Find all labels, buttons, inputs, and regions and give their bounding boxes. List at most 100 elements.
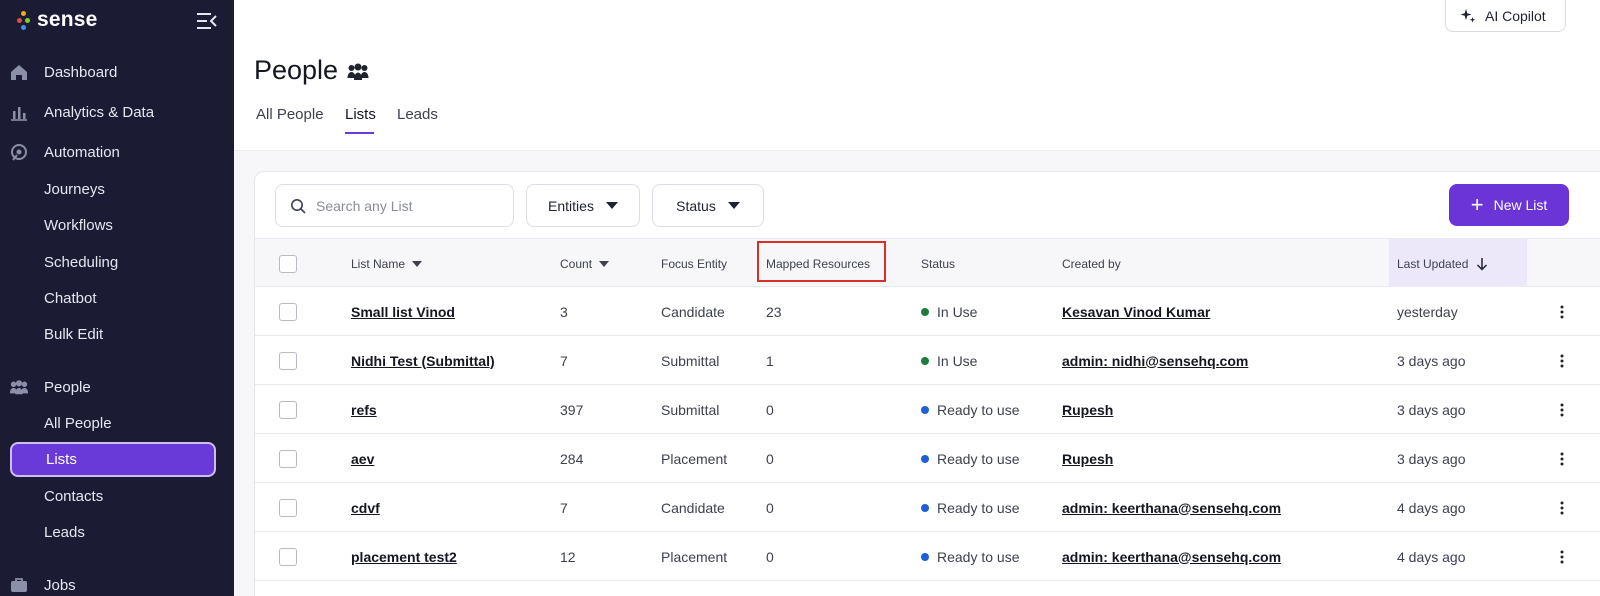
- table-header: List Name Count Focus Entity Mapped Reso…: [255, 238, 1600, 288]
- column-label: Count: [560, 256, 593, 271]
- status-text: In Use: [937, 303, 978, 320]
- sidebar-item-people[interactable]: People: [0, 371, 234, 403]
- list-name-link[interactable]: cdvf: [351, 483, 380, 532]
- list-name-link[interactable]: refs: [351, 385, 377, 434]
- row-more-icon[interactable]: [1552, 336, 1572, 385]
- count-cell: 7: [560, 352, 568, 369]
- mapped-resources-cell: 0: [766, 548, 774, 565]
- tab-leads[interactable]: Leads: [397, 106, 438, 123]
- status-text: Ready to use: [937, 450, 1020, 467]
- table-row[interactable]: Small list Vinod 3 Candidate 23 In Use K…: [255, 287, 1600, 336]
- status-dot: [921, 552, 929, 561]
- sidebar-item-lists[interactable]: Lists: [10, 442, 216, 477]
- created-by-link[interactable]: Kesavan Vinod Kumar: [1062, 287, 1210, 336]
- row-checkbox[interactable]: [279, 449, 297, 468]
- table-row[interactable]: cdvf 7 Candidate 0 Ready to use admin: k…: [255, 483, 1600, 532]
- status-cell: Ready to use: [921, 532, 1020, 581]
- sidebar-item-analytics[interactable]: Analytics & Data: [0, 96, 234, 128]
- sidebar-item-dashboard[interactable]: Dashboard: [0, 56, 234, 88]
- sidebar-item-contacts[interactable]: Contacts: [0, 480, 234, 512]
- last-updated-cell: 3 days ago: [1397, 401, 1466, 418]
- created-by-link[interactable]: admin: nidhi@sensehq.com: [1062, 336, 1248, 385]
- column-header-last-updated[interactable]: Last Updated: [1389, 239, 1527, 288]
- row-more-icon[interactable]: [1552, 434, 1572, 483]
- tab-lists[interactable]: Lists: [345, 106, 376, 123]
- sidebar-item-journeys[interactable]: Journeys: [0, 173, 234, 205]
- sidebar-item-label: Chatbot: [44, 289, 97, 307]
- created-by-link[interactable]: admin: keerthana@sensehq.com: [1062, 532, 1281, 581]
- search-box[interactable]: [275, 184, 514, 227]
- select-all-checkbox[interactable]: [279, 254, 297, 273]
- table-row[interactable]: refs 397 Submittal 0 Ready to use Rupesh…: [255, 385, 1600, 434]
- sidebar-item-chatbot[interactable]: Chatbot: [0, 282, 234, 314]
- search-icon: [291, 198, 306, 214]
- briefcase-icon: [9, 575, 29, 595]
- brand-logo[interactable]: sense: [17, 8, 98, 32]
- last-updated-cell: 3 days ago: [1397, 352, 1466, 369]
- entities-dropdown[interactable]: Entities: [526, 184, 640, 227]
- count-cell: 3: [560, 303, 568, 320]
- tab-all-people[interactable]: All People: [256, 106, 324, 123]
- row-more-icon[interactable]: [1552, 385, 1572, 434]
- search-input[interactable]: [316, 197, 496, 214]
- column-header-created-by: Created by: [1062, 239, 1121, 288]
- last-updated-cell: 3 days ago: [1397, 450, 1466, 467]
- sidebar-item-scheduling[interactable]: Scheduling: [0, 246, 234, 278]
- mapped-resources-cell: 1: [766, 352, 774, 369]
- sidebar-item-automation[interactable]: Automation: [0, 136, 234, 168]
- status-text: Ready to use: [937, 401, 1020, 418]
- sidebar-item-leads[interactable]: Leads: [0, 516, 234, 548]
- status-text: Ready to use: [937, 499, 1020, 516]
- list-name-link[interactable]: Small list Vinod: [351, 287, 455, 336]
- row-checkbox[interactable]: [279, 302, 297, 321]
- bar-chart-icon: [9, 102, 29, 122]
- focus-entity-cell: Submittal: [661, 352, 720, 369]
- row-checkbox[interactable]: [279, 351, 297, 370]
- collapse-sidebar-icon[interactable]: [196, 12, 218, 30]
- status-cell: Ready to use: [921, 385, 1020, 434]
- focus-entity-cell: Placement: [661, 450, 728, 467]
- table-row[interactable]: placement test2 12 Placement 0 Ready to …: [255, 532, 1600, 581]
- sidebar-item-all-people[interactable]: All People: [0, 407, 234, 439]
- row-checkbox[interactable]: [279, 547, 297, 566]
- count-cell: 397: [560, 401, 584, 418]
- list-name-link[interactable]: Nidhi Test (Submittal): [351, 336, 495, 385]
- entities-label: Entities: [548, 197, 594, 214]
- sidebar-item-label: Jobs: [44, 576, 76, 594]
- ai-copilot-button[interactable]: AI Copilot: [1445, 0, 1566, 32]
- status-dropdown[interactable]: Status: [652, 184, 764, 227]
- table-row[interactable]: Nidhi Test (Submittal) 7 Submittal 1 In …: [255, 336, 1600, 385]
- column-header-count[interactable]: Count: [560, 239, 610, 288]
- sidebar-item-workflows[interactable]: Workflows: [0, 209, 234, 241]
- created-by-link[interactable]: Rupesh: [1062, 385, 1113, 434]
- status-dot: [921, 503, 929, 512]
- column-header-focus-entity: Focus Entity: [661, 239, 727, 288]
- row-more-icon[interactable]: [1552, 287, 1572, 336]
- status-cell: Ready to use: [921, 434, 1020, 483]
- list-name-link[interactable]: placement test2: [351, 532, 457, 581]
- table-row[interactable]: aev 284 Placement 0 Ready to use Rupesh …: [255, 434, 1600, 483]
- caret-down-icon: [727, 202, 740, 209]
- last-updated-cell: 4 days ago: [1397, 499, 1466, 516]
- sidebar-item-label: Lists: [46, 451, 77, 468]
- sidebar-item-label: Workflows: [44, 216, 113, 234]
- brand-name: sense: [37, 8, 98, 31]
- sidebar-item-bulk-edit[interactable]: Bulk Edit: [0, 318, 234, 350]
- mapped-resources-cell: 0: [766, 450, 774, 467]
- last-updated-cell: 4 days ago: [1397, 548, 1466, 565]
- row-checkbox[interactable]: [279, 400, 297, 419]
- list-name-link[interactable]: aev: [351, 434, 374, 483]
- new-list-button[interactable]: + New List: [1449, 184, 1569, 226]
- row-more-icon[interactable]: [1552, 532, 1572, 581]
- created-by-link[interactable]: Rupesh: [1062, 434, 1113, 483]
- column-label: Focus Entity: [661, 256, 728, 271]
- sidebar-item-jobs[interactable]: Jobs: [0, 569, 234, 596]
- sidebar-item-label: Analytics & Data: [44, 103, 155, 121]
- row-checkbox[interactable]: [279, 498, 297, 517]
- created-by-link[interactable]: admin: keerthana@sensehq.com: [1062, 483, 1281, 532]
- row-more-icon[interactable]: [1552, 483, 1572, 532]
- new-list-label: New List: [1493, 197, 1548, 213]
- count-cell: 284: [560, 450, 584, 467]
- status-cell: In Use: [921, 336, 977, 385]
- column-header-list-name[interactable]: List Name: [351, 239, 423, 288]
